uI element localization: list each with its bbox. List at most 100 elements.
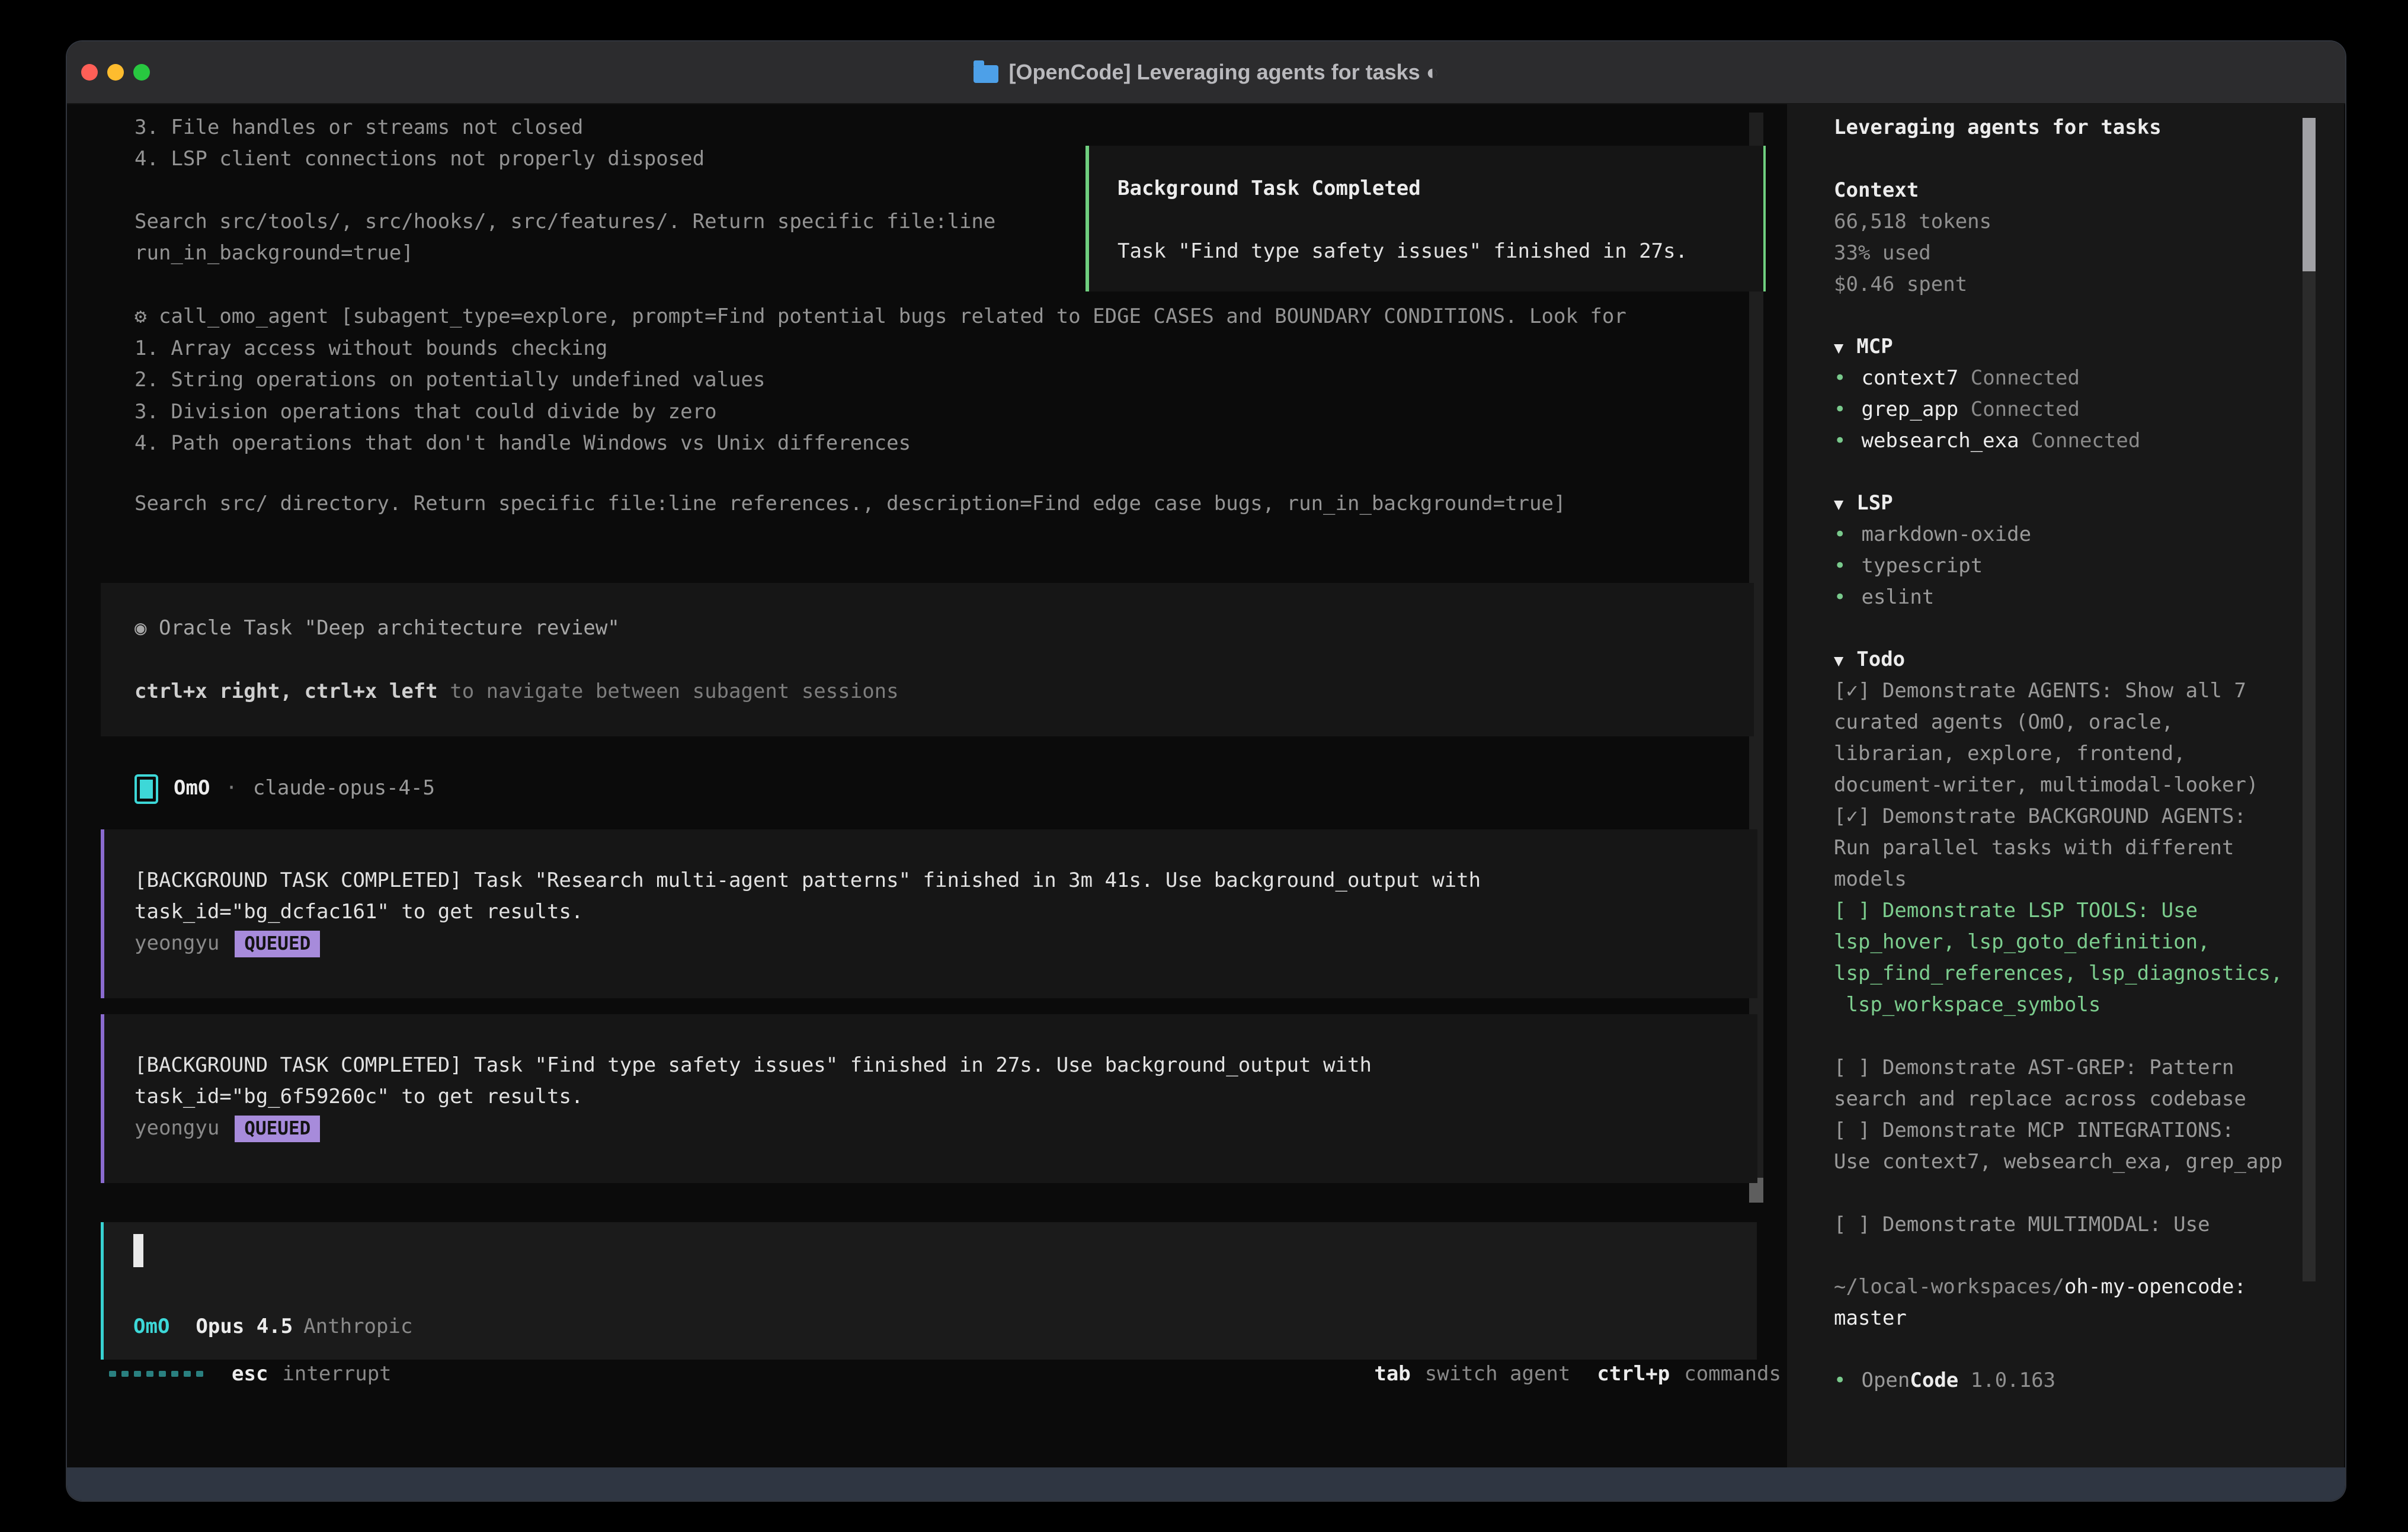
todo-line-active: [ ] Demonstrate LSP TOOLS: Use [1834, 895, 2198, 927]
todo-line-pending: Use context7, websearch_exa, grep_app [1834, 1146, 2282, 1178]
zoom-traffic-light-button[interactable] [133, 64, 150, 81]
todo-line-active: lsp_workspace_symbols [1834, 989, 2100, 1021]
todo-line-active: lsp_find_references, lsp_diagnostics, [1834, 958, 2282, 989]
ctrl-p-key-hint[interactable]: ctrl+p [1597, 1362, 1670, 1386]
tool-call-tail: Search src/ directory. Return specific f… [135, 488, 1565, 520]
message-meta: yeongyu QUEUED [135, 1113, 320, 1144]
toast-body: Task "Find type safety issues" finished … [1117, 236, 1687, 267]
tool-call-item: 1. Array access without bounds checking [135, 333, 607, 364]
bullet-dot-icon: • [1834, 398, 1846, 421]
chevron-down-icon: ▼ [1834, 495, 1843, 514]
chevron-down-icon: ▼ [1834, 339, 1843, 357]
tool-call-item: 3. Division operations that could divide… [135, 396, 717, 428]
queued-status-badge: QUEUED [235, 931, 320, 957]
lsp-section-header[interactable]: ▼LSP [1834, 488, 1893, 519]
todo-line-pending: search and replace across codebase [1834, 1084, 2246, 1115]
status-right: tab switch agent ctrl+p commands [1374, 1362, 1781, 1386]
message-author: yeongyu [135, 931, 219, 955]
toast-title: Background Task Completed [1117, 173, 1421, 204]
chevron-down-icon: ▼ [1834, 652, 1843, 670]
status-bar: esc interrupt tab switch agent ctrl+p co… [109, 1358, 1781, 1389]
todo-line-pending: [ ] Demonstrate AST-GREP: Pattern [1834, 1052, 2234, 1084]
message-author: yeongyu [135, 1116, 219, 1140]
tool-call-item: 2. String operations on potentially unde… [135, 364, 765, 396]
input-footer: OmO Opus 4.5 Anthropic [133, 1311, 412, 1342]
title-bar: [OpenCode] Leveraging agents for tasks ◐ [67, 41, 2345, 104]
ctrl-p-key-label: commands [1684, 1362, 1781, 1386]
lsp-item: •typescript [1834, 550, 1983, 582]
todo-line-active: lsp_hover, lsp_goto_definition, [1834, 927, 2210, 958]
todo-line-done: document-writer, multimodal-looker) [1834, 770, 2258, 801]
input-provider-label: Anthropic [303, 1315, 412, 1338]
agent-model: claude-opus-4-5 [253, 776, 435, 800]
separator-dot: · [225, 776, 237, 800]
message-line: task_id="bg_6f59260c" to get results. [135, 1081, 583, 1113]
mcp-section-header[interactable]: ▼MCP [1834, 331, 1893, 363]
scrollback-line: 3. File handles or streams not closed [135, 112, 583, 143]
oracle-task-hint: ctrl+x right, ctrl+x left to navigate be… [135, 676, 899, 707]
record-circle-icon: ◉ [135, 616, 146, 640]
message-line: task_id="bg_dcfac161" to get results. [135, 896, 583, 928]
bullet-dot-icon: • [1834, 1368, 1846, 1392]
lsp-item: •markdown-oxide [1834, 519, 2031, 550]
todo-line-pending: [ ] Demonstrate MULTIMODAL: Use [1834, 1209, 2210, 1241]
scrollback-line: Search src/tools/, src/hooks/, src/featu… [135, 206, 995, 238]
window-title: [OpenCode] Leveraging agents for tasks ◐ [1009, 60, 1439, 85]
oracle-task-panel: ◉ Oracle Task "Deep architecture review"… [101, 583, 1754, 736]
bullet-dot-icon: • [1834, 585, 1846, 609]
mcp-item: •context7 Connected [1834, 363, 2080, 394]
prompt-input[interactable]: OmO Opus 4.5 Anthropic [101, 1222, 1757, 1360]
oracle-task-title: ◉ Oracle Task "Deep architecture review" [135, 613, 620, 644]
agent-name: OmO [174, 776, 210, 800]
sidebar-scrollbar-track[interactable] [2303, 118, 2316, 1281]
sidebar-scrollbar-thumb[interactable] [2303, 118, 2316, 271]
todo-section-header[interactable]: ▼Todo [1834, 644, 1905, 675]
todo-line-done: librarian, explore, frontend, [1834, 738, 2186, 770]
todo-line-pending: [ ] Demonstrate MCP INTEGRATIONS: [1834, 1115, 2234, 1146]
agent-header: OmO · claude-opus-4-5 [135, 773, 435, 804]
todo-line-done: curated agents (OmO, oracle, [1834, 707, 2173, 738]
terminal-window: [OpenCode] Leveraging agents for tasks ◐… [67, 41, 2345, 1501]
todo-line-done: [✓] Demonstrate BACKGROUND AGENTS: [1834, 801, 2246, 832]
tab-key-label: switch agent [1425, 1362, 1571, 1386]
status-left: esc interrupt [109, 1362, 392, 1386]
context-heading: Context [1834, 175, 1919, 206]
background-task-toast: Background Task Completed Task "Find typ… [1085, 146, 1766, 291]
tool-call-item: 4. Path operations that don't handle Win… [135, 428, 911, 459]
text-cursor [133, 1234, 143, 1267]
todo-line-done: [✓] Demonstrate AGENTS: Show all 7 [1834, 675, 2246, 707]
folder-icon [974, 65, 998, 83]
workspace-branch: master [1834, 1303, 1907, 1334]
spinner-dots-icon [109, 1371, 203, 1377]
version-line: •OpenCode 1.0.163 [1834, 1365, 2055, 1396]
message-line: [BACKGROUND TASK COMPLETED] Task "Find t… [135, 1050, 1372, 1081]
queued-status-badge: QUEUED [235, 1116, 320, 1142]
bullet-dot-icon: • [1834, 523, 1846, 546]
close-traffic-light-button[interactable] [81, 64, 98, 81]
message-block: [BACKGROUND TASK COMPLETED] Task "Resear… [101, 829, 1757, 998]
todo-line-done: Run parallel tasks with different [1834, 832, 2234, 864]
scrollback-line: run_in_background=true] [135, 238, 414, 269]
bullet-dot-icon: • [1834, 429, 1846, 453]
mcp-item: •websearch_exa Connected [1834, 425, 2140, 457]
scrollback-line: 4. LSP client connections not properly d… [135, 143, 705, 175]
bullet-dot-icon: • [1834, 366, 1846, 390]
message-block: [BACKGROUND TASK COMPLETED] Task "Find t… [101, 1014, 1757, 1183]
omo-agent-icon [135, 774, 158, 804]
lsp-item: •eslint [1834, 582, 1934, 613]
workspace-path: ~/local-workspaces/oh-my-opencode: [1834, 1271, 2246, 1303]
input-agent-label[interactable]: OmO [133, 1315, 169, 1338]
context-spent: $0.46 spent [1834, 269, 1967, 300]
session-sidebar: Leveraging agents for tasks Context 66,5… [1787, 104, 2344, 1467]
esc-key-hint[interactable]: esc [232, 1362, 268, 1386]
context-tokens: 66,518 tokens [1834, 206, 1991, 238]
minimize-traffic-light-button[interactable] [107, 64, 124, 81]
window-bottom-bar [67, 1467, 2345, 1501]
todo-line-done: models [1834, 864, 1907, 895]
bullet-dot-icon: • [1834, 554, 1846, 578]
input-model-label[interactable]: Opus 4.5 [196, 1315, 293, 1338]
tab-key-hint[interactable]: tab [1374, 1362, 1410, 1386]
message-meta: yeongyu QUEUED [135, 928, 320, 959]
esc-key-label: interrupt [282, 1362, 391, 1386]
message-line: [BACKGROUND TASK COMPLETED] Task "Resear… [135, 865, 1481, 896]
